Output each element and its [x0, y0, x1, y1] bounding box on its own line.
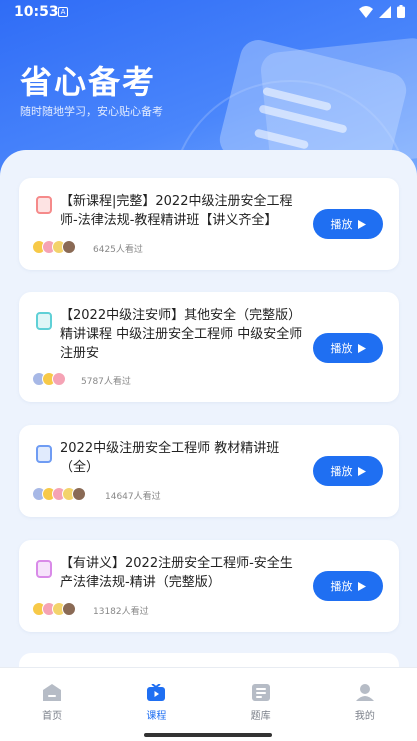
- play-icon: [357, 219, 366, 229]
- course-title: 2022中级注册安全工程师 教材精讲班（全）: [60, 441, 280, 475]
- tab-profile[interactable]: 我的: [313, 668, 417, 727]
- wifi-icon: [359, 5, 373, 18]
- play-label: 播放: [330, 218, 353, 231]
- avatar: [72, 487, 86, 501]
- app-title: 省心备考: [20, 63, 157, 101]
- system-nav-bar: [0, 727, 417, 741]
- signal-icon: [379, 5, 391, 18]
- avatar: [62, 602, 76, 616]
- course-card[interactable]: 【2022中级注安师】其他安全（完整版）精讲课程 中级注册安全工程师 中级安全师…: [19, 292, 399, 402]
- play-label: 播放: [330, 580, 353, 593]
- course-list[interactable]: 【新课程|完整】2022中级注册安全工程师-法律法规-教程精讲班【讲义齐全】 播…: [0, 150, 417, 670]
- course-card[interactable]: 【有讲义】2022注册安全工程师-安全生产法律法规-精讲（完整版） 播放 131…: [19, 540, 399, 632]
- tab-label: 题库: [250, 711, 271, 722]
- play-label: 播放: [330, 465, 353, 478]
- viewer-avatars: [32, 487, 86, 501]
- bottom-tab-bar: 首页 课程 题库 我的: [0, 667, 417, 727]
- tab-question-bank[interactable]: 题库: [209, 668, 313, 727]
- view-count: 5787人看过: [81, 377, 131, 387]
- play-button[interactable]: 播放: [313, 571, 383, 601]
- viewer-avatars: [32, 240, 76, 254]
- home-gesture-handle[interactable]: [144, 733, 272, 737]
- course-document-icon: [36, 196, 52, 214]
- play-button[interactable]: 播放: [313, 456, 383, 486]
- avatar: [62, 240, 76, 254]
- course-document-icon: [36, 560, 52, 578]
- viewer-avatars: [32, 602, 76, 616]
- viewer-avatars: [32, 372, 66, 386]
- play-button[interactable]: 播放: [313, 333, 383, 363]
- tab-label: 课程: [146, 711, 167, 722]
- course-card[interactable]: 【新课程|完整】2022中级注册安全工程师-法律法规-教程精讲班【讲义齐全】 播…: [19, 178, 399, 270]
- course-document-icon: [36, 312, 52, 330]
- course-title: 【2022中级注安师】其他安全（完整版）精讲课程 中级注册安全工程师 中级安全师…: [60, 308, 303, 361]
- play-button[interactable]: 播放: [313, 209, 383, 239]
- play-icon: [357, 581, 366, 591]
- course-card[interactable]: 2022中级注册安全工程师 教材精讲班（全） 播放 14647人看过: [19, 425, 399, 517]
- play-icon: [357, 343, 366, 353]
- course-document-icon: [36, 445, 52, 463]
- home-icon: [43, 684, 62, 701]
- course-title: 【有讲义】2022注册安全工程师-安全生产法律法规-精讲（完整版）: [60, 556, 293, 590]
- app-subtitle: 随时随地学习，安心贴心备考: [20, 105, 163, 118]
- status-icons: [359, 5, 405, 18]
- tab-courses[interactable]: 课程: [104, 668, 208, 727]
- notification-icon: A: [58, 7, 68, 17]
- status-bar: 10:53 A: [0, 0, 417, 26]
- play-label: 播放: [330, 342, 353, 355]
- battery-icon: [397, 5, 405, 18]
- avatar: [52, 372, 66, 386]
- view-count: 13182人看过: [93, 607, 149, 617]
- play-icon: [357, 466, 366, 476]
- tab-home[interactable]: 首页: [0, 668, 104, 727]
- status-time: 10:53: [14, 4, 59, 20]
- view-count: 14647人看过: [105, 492, 161, 502]
- question-bank-icon: [251, 684, 270, 701]
- tab-label: 首页: [42, 711, 63, 722]
- video-icon: [147, 684, 166, 701]
- course-title: 【新课程|完整】2022中级注册安全工程师-法律法规-教程精讲班【讲义齐全】: [60, 194, 293, 228]
- profile-icon: [355, 684, 374, 701]
- tab-label: 我的: [354, 711, 375, 722]
- view-count: 6425人看过: [93, 245, 143, 255]
